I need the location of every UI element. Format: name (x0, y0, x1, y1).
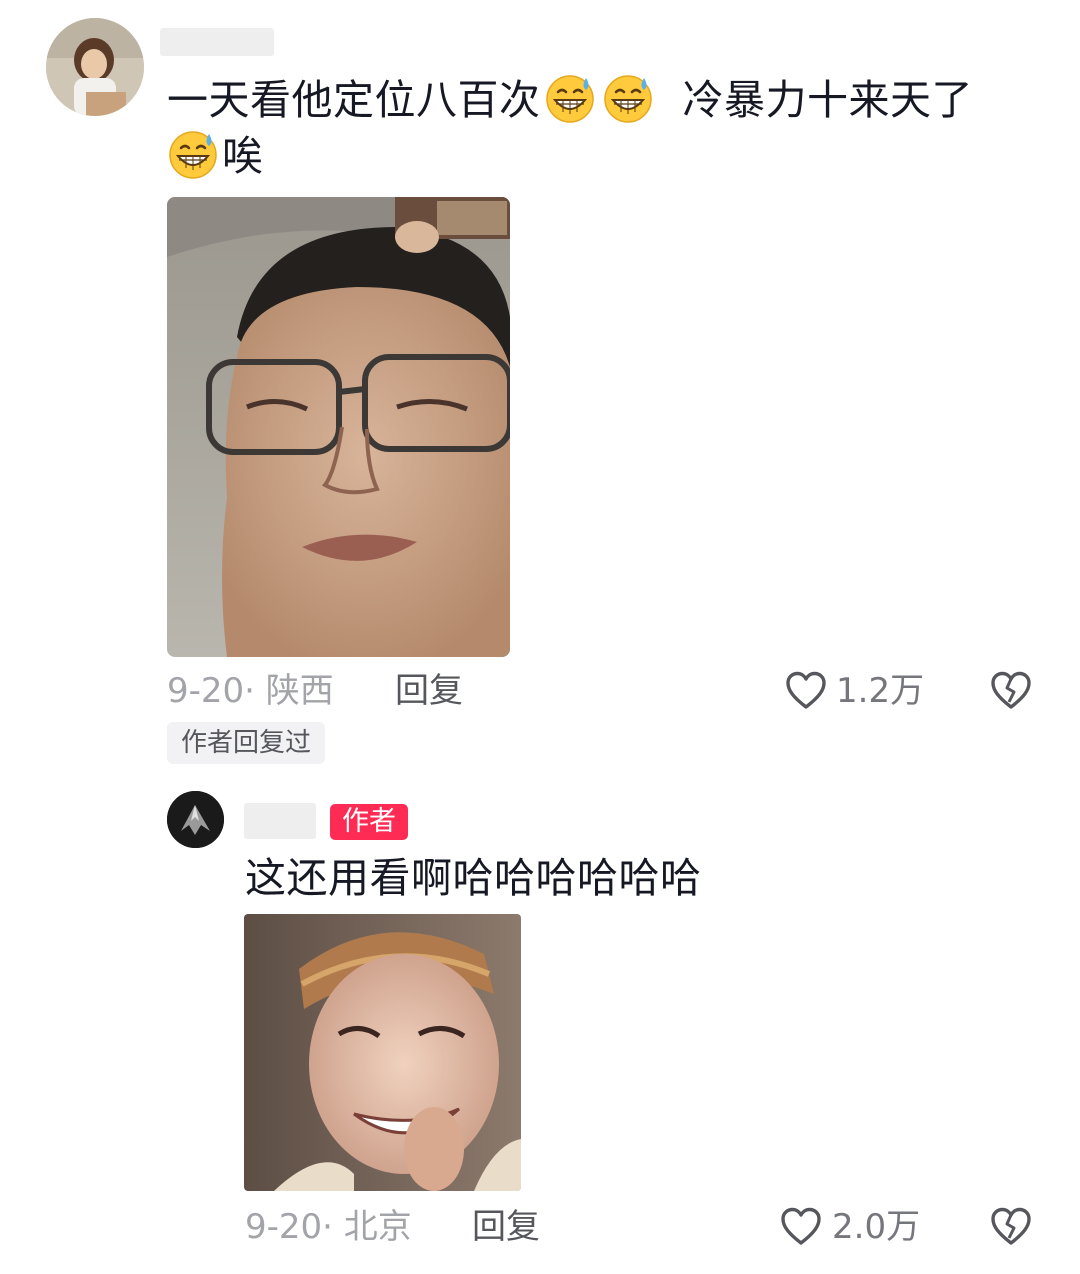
reply-dislike-button[interactable] (990, 1206, 1032, 1248)
reply-reply-button[interactable]: 回复 (472, 1207, 540, 1247)
comment-reply-button[interactable]: 回复 (395, 671, 463, 711)
grinning-sweat-emoji-icon (544, 72, 596, 124)
broken-heart-icon (991, 1207, 1031, 1245)
reply-like-count: 2.0万 (832, 1207, 921, 1247)
comment-text-part1: 一天看他定位八百次 (167, 76, 541, 124)
author-username-redacted (244, 803, 316, 839)
commenter-username-redacted (160, 28, 274, 56)
comment-dislike-button[interactable] (990, 670, 1032, 712)
comment-like-count: 1.2万 (836, 671, 925, 711)
reply-date-location: 9-20· 北京 (245, 1207, 412, 1247)
laughing-character-photo (244, 914, 521, 1191)
comment-like-button[interactable] (785, 670, 827, 712)
author-badge: 作者 (330, 804, 408, 840)
comment-text-part3: 唉 (222, 132, 264, 180)
comment-image[interactable] (167, 197, 510, 657)
grinning-sweat-emoji-icon (602, 72, 654, 124)
video-call-photo (167, 197, 510, 657)
reply-text: 这还用看啊哈哈哈哈哈哈 (245, 854, 702, 902)
author-avatar[interactable] (167, 791, 224, 848)
comment-date-location: 9-20· 陕西 (167, 671, 334, 711)
commenter-avatar[interactable] (46, 18, 144, 116)
grinning-sweat-emoji-icon (167, 128, 219, 180)
reply-image[interactable] (244, 914, 521, 1191)
reply-like-button[interactable] (780, 1206, 822, 1248)
avatar-photo (46, 18, 144, 116)
author-avatar-image (167, 791, 224, 848)
comment-text: 一天看他定位八百次 冷暴力十来天了唉 (167, 72, 1027, 184)
author-replied-tag: 作者回复过 (167, 722, 326, 764)
comment-text-part2: 冷暴力十来天了 (682, 76, 973, 124)
heart-outline-icon (786, 671, 826, 709)
broken-heart-icon (991, 671, 1031, 709)
heart-outline-icon (781, 1207, 821, 1245)
